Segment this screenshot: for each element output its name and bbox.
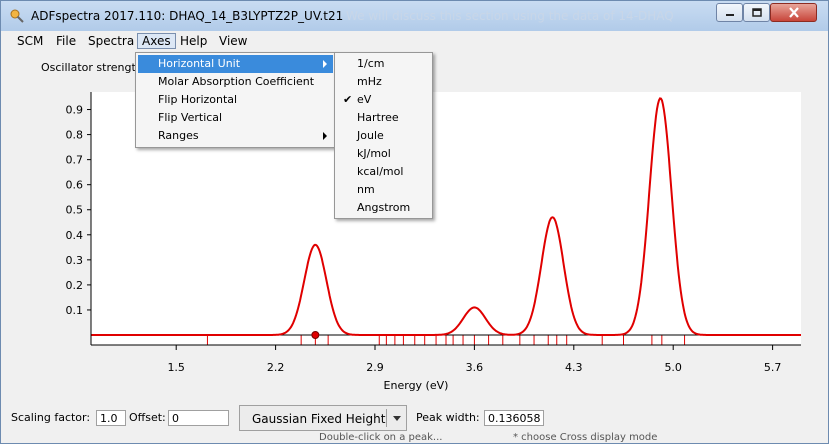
unit-option-hartree[interactable]: Hartree <box>337 109 430 127</box>
unit-option-label: nm <box>357 183 375 196</box>
menu-view[interactable]: View <box>215 33 251 49</box>
menu-bar: SCM File Spectra Axes Help View <box>1 31 828 51</box>
axes-menu: Horizontal Unit Molar Absorption Coeffic… <box>135 52 336 148</box>
x-axis-title: Energy (eV) <box>384 379 449 392</box>
app-icon <box>10 9 24 23</box>
offset-input[interactable] <box>168 410 229 426</box>
peak-width-label: Peak width: <box>416 411 480 424</box>
menu-file[interactable]: File <box>52 33 80 49</box>
x-tick-label: 5.7 <box>764 361 782 374</box>
submenu-arrow-icon <box>323 60 327 68</box>
y-tick-label: 0.4 <box>66 229 84 242</box>
x-tick-label: 5.0 <box>664 361 682 374</box>
unit-option-joule[interactable]: Joule <box>337 127 430 145</box>
background-doc-text-right: * choose Cross display mode <box>513 432 658 443</box>
background-doc-text-left: Double-click on a peak... <box>319 432 443 443</box>
unit-option-label: mHz <box>357 75 382 88</box>
axes-menu-horizontal-unit[interactable]: Horizontal Unit <box>138 55 333 73</box>
unit-option-label: Angstrom <box>357 201 411 214</box>
window-title: ADFspectra 2017.110: DHAQ_14_B3LYPTZ2P_U… <box>31 9 344 23</box>
offset-label: Offset: <box>129 411 166 424</box>
menu-axes[interactable]: Axes <box>137 33 176 49</box>
axes-menu-ranges[interactable]: Ranges <box>138 127 333 145</box>
axes-menu-flip-horizontal[interactable]: Flip Horizontal <box>138 91 333 109</box>
x-tick-label: 2.2 <box>267 361 285 374</box>
x-tick-label: 4.3 <box>565 361 583 374</box>
submenu-arrow-icon <box>323 132 327 140</box>
unit-option-ev[interactable]: ✔ eV <box>337 91 430 109</box>
y-tick-label: 0.3 <box>66 254 84 267</box>
y-tick-label: 0.9 <box>66 104 84 117</box>
x-tick-label: 1.5 <box>167 361 185 374</box>
unit-option-label: Hartree <box>357 111 399 124</box>
broadening-mode-value: Gaussian Fixed Height <box>252 412 386 426</box>
broadening-mode-select[interactable]: Gaussian Fixed Height <box>239 405 407 431</box>
unit-option-label: kJ/mol <box>357 147 391 160</box>
peak-width-input[interactable] <box>484 410 544 426</box>
scaling-factor-input[interactable] <box>96 410 126 426</box>
unit-option-kj-mol[interactable]: kJ/mol <box>337 145 430 163</box>
axes-menu-item-label: Ranges <box>158 129 199 142</box>
horizontal-unit-menu: 1/cm mHz ✔ eV Hartree Joule kJ/mol kcal/… <box>334 52 433 219</box>
y-tick-label: 0.7 <box>66 154 84 167</box>
axes-menu-item-label: Molar Absorption Coefficient <box>158 75 315 88</box>
settings-bar: Scaling factor: Offset: Gaussian Fixed H… <box>1 405 828 431</box>
y-tick-label: 0.5 <box>66 204 84 217</box>
minimize-button[interactable] <box>716 3 743 22</box>
axes-menu-item-label: Flip Horizontal <box>158 93 238 106</box>
unit-option-nm[interactable]: nm <box>337 181 430 199</box>
maximize-button[interactable] <box>743 3 770 22</box>
y-tick-label: 0.2 <box>66 279 84 292</box>
unit-option-label: Joule <box>357 129 384 142</box>
checkmark-icon: ✔ <box>343 93 353 106</box>
selected-peak-marker[interactable] <box>311 331 320 339</box>
minimize-icon <box>725 13 734 16</box>
x-tick-label: 2.9 <box>366 361 384 374</box>
axes-menu-item-label: Flip Vertical <box>158 111 223 124</box>
maximize-icon <box>751 8 762 17</box>
menu-scm[interactable]: SCM <box>13 33 47 49</box>
unit-option-angstrom[interactable]: Angstrom <box>337 199 430 217</box>
background-window-title: We will discuss this section using the d… <box>346 9 674 23</box>
combo-separator <box>386 409 387 427</box>
axes-menu-molar-absorption[interactable]: Molar Absorption Coefficient <box>138 73 333 91</box>
unit-option-kcal-mol[interactable]: kcal/mol <box>337 163 430 181</box>
y-tick-label: 0.8 <box>66 129 84 142</box>
unit-option-mhz[interactable]: mHz <box>337 73 430 91</box>
x-tick-label: 3.6 <box>466 361 484 374</box>
title-bar[interactable]: ADFspectra 2017.110: DHAQ_14_B3LYPTZ2P_U… <box>1 1 828 31</box>
chevron-down-icon[interactable] <box>393 416 401 421</box>
close-button[interactable] <box>770 3 817 22</box>
unit-option-label: kcal/mol <box>357 165 404 178</box>
close-icon <box>788 7 799 18</box>
unit-option-1-per-cm[interactable]: 1/cm <box>337 55 430 73</box>
y-tick-label: 0.6 <box>66 179 84 192</box>
axes-menu-item-label: Horizontal Unit <box>158 57 241 70</box>
y-tick-label: 0.1 <box>66 304 84 317</box>
unit-option-label: 1/cm <box>357 57 385 70</box>
unit-option-label: eV <box>357 93 372 106</box>
menu-help[interactable]: Help <box>176 33 211 49</box>
menu-spectra[interactable]: Spectra <box>84 33 138 49</box>
scaling-factor-label: Scaling factor: <box>11 411 91 424</box>
app-window: ADFspectra 2017.110: DHAQ_14_B3LYPTZ2P_U… <box>0 0 829 444</box>
axes-menu-flip-vertical[interactable]: Flip Vertical <box>138 109 333 127</box>
